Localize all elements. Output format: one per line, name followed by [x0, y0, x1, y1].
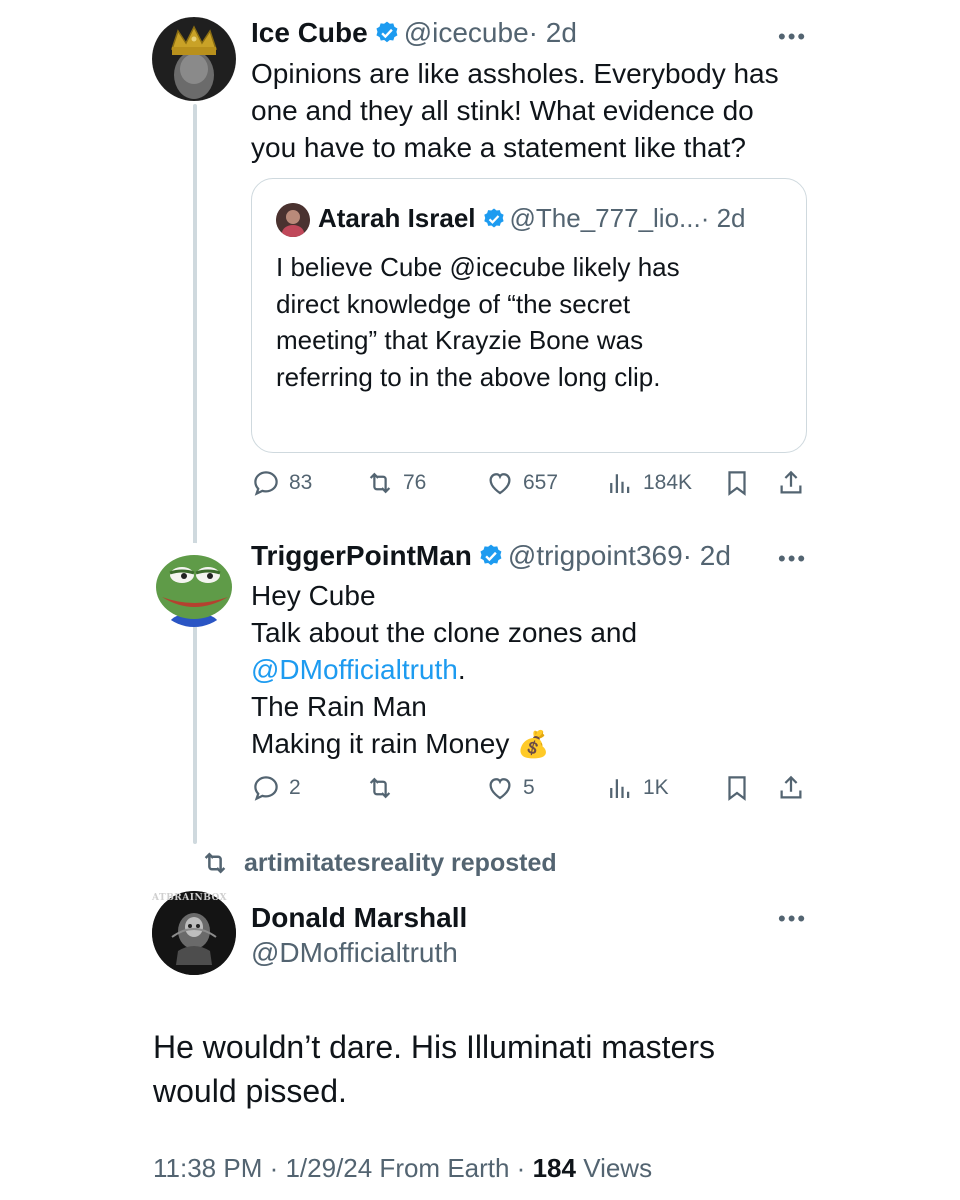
- tweet2-time: · 2d: [682, 540, 731, 571]
- money-bag-emoji: 💰: [517, 729, 550, 759]
- tweet3-text: He wouldn’t dare. His Illuminati masters…: [153, 1025, 715, 1113]
- tweet1-author-name[interactable]: Ice Cube: [251, 17, 368, 48]
- quoted-tweet-card[interactable]: Atarah Israel @The_777_lio...· 2d I belie…: [251, 178, 807, 453]
- frog-avatar-icon: [152, 543, 236, 627]
- share-icon: [780, 775, 802, 799]
- tweet2-text: Hey Cube Talk about the clone zones and …: [251, 577, 637, 763]
- tweet3-more-icon[interactable]: •••: [778, 906, 807, 932]
- mention-link[interactable]: @DMofficialtruth: [251, 654, 458, 685]
- tweet3-text-line: would pissed.: [153, 1073, 347, 1109]
- person-portrait-icon: [276, 203, 310, 237]
- bookmark-icon: [728, 471, 746, 496]
- reply-button[interactable]: 83: [251, 468, 312, 498]
- analytics-icon: [610, 779, 630, 798]
- quote-handle[interactable]: @The_777_lio...: [510, 203, 701, 233]
- heart-icon: [489, 778, 511, 800]
- repost-count: 76: [403, 471, 427, 494]
- tweet2-handle[interactable]: @trigpoint369: [508, 540, 683, 571]
- reply-button[interactable]: 2: [251, 773, 301, 803]
- skeleton-portrait-icon: [152, 891, 236, 975]
- tweet1-header: Ice Cube @icecube· 2d: [251, 17, 577, 49]
- tweet3-footer: 11:38 PM · 1/29/24 From Earth · 184 View…: [153, 1153, 652, 1184]
- verified-badge-icon: [376, 21, 398, 43]
- quote-author-avatar: [276, 203, 310, 237]
- like-count: 5: [523, 776, 535, 799]
- donald-marshall-avatar[interactable]: [152, 891, 236, 975]
- tweet3-views-count: 184: [532, 1153, 576, 1183]
- bookmark-button[interactable]: [722, 468, 752, 498]
- crown-portrait-icon: [152, 17, 236, 101]
- reply-icon: [254, 776, 278, 801]
- tweet1-handle[interactable]: @icecube: [404, 17, 529, 48]
- quote-text-line: meeting” that Krayzie Bone was: [276, 325, 644, 355]
- views-count: 184K: [643, 471, 693, 494]
- repost-icon: [369, 472, 391, 494]
- trigpoint-avatar[interactable]: [152, 543, 236, 627]
- mention-suffix: .: [457, 654, 466, 685]
- heart-icon: [489, 473, 511, 495]
- tweet2-text-line: Making it rain Money: [251, 728, 510, 759]
- tweet3-handle[interactable]: @DMofficialtruth: [251, 937, 458, 968]
- views-button[interactable]: 1K: [605, 773, 669, 803]
- quote-text-line: I believe Cube @icecube likely has: [276, 252, 680, 282]
- share-button[interactable]: [776, 468, 806, 498]
- bookmark-button[interactable]: [722, 773, 752, 803]
- verified-badge-icon: [480, 544, 502, 566]
- share-icon: [780, 470, 802, 494]
- tweet1-text: Opinions are like assholes. Everybody ha…: [251, 55, 779, 166]
- quote-header: Atarah Israel @The_777_lio...· 2d: [318, 203, 746, 234]
- tweet2-text-line: Hey Cube: [251, 580, 376, 611]
- verified-badge-icon: [483, 208, 504, 228]
- like-button[interactable]: 5: [485, 773, 535, 803]
- views-count: 1K: [643, 776, 669, 799]
- reply-icon: [254, 471, 278, 496]
- tweet3-text-line: He wouldn’t dare. His Illuminati masters: [153, 1029, 715, 1065]
- quote-text-line: referring to in the above long clip.: [276, 361, 661, 392]
- tweet3-views-label: Views: [575, 1153, 653, 1183]
- tweet3-author-name[interactable]: Donald Marshall: [251, 902, 467, 933]
- tweet2-author-name[interactable]: TriggerPointMan: [251, 540, 472, 571]
- quote-text-line: direct knowledge of “the secret: [276, 288, 631, 319]
- repost-button[interactable]: 76: [365, 468, 426, 498]
- quote-author-name[interactable]: Atarah Israel: [318, 203, 476, 233]
- tweet1-text-line: Opinions are like assholes. Everybody ha…: [251, 58, 779, 89]
- repost-icon: [204, 852, 226, 874]
- tweet1-text-line: one and they all stink! What evidence do: [251, 95, 754, 126]
- repost-context[interactable]: artimitatesreality reposted: [200, 848, 557, 878]
- like-button[interactable]: 657: [485, 468, 558, 498]
- tweet2-header: TriggerPointMan @trigpoint369· 2d: [251, 540, 731, 572]
- reply-count: 2: [289, 776, 301, 799]
- tweet2-text-line: @DMofficialtruth.: [251, 651, 637, 688]
- tweet2-text-line: Talk about the clone zones and: [251, 617, 638, 648]
- views-button[interactable]: 184K: [605, 468, 692, 498]
- tweet3-author-name-row: Donald Marshall: [251, 902, 467, 934]
- quote-text: I believe Cube @icecube likely has direc…: [276, 249, 680, 395]
- avatar-overlay-text: ATBRAINBOX: [152, 893, 228, 903]
- tweet3-handle-row: @DMofficialtruth: [251, 937, 458, 969]
- quote-time: · 2d: [700, 203, 746, 233]
- bookmark-icon: [728, 776, 746, 801]
- repost-context-label: artimitatesreality reposted: [244, 848, 557, 877]
- tweet2-text-line: Making it rain Money 💰: [251, 725, 637, 763]
- tweet1-more-icon[interactable]: •••: [778, 24, 807, 50]
- tweet2-text-line: The Rain Man: [251, 691, 427, 722]
- tweet2-more-icon[interactable]: •••: [778, 546, 807, 572]
- tweet3-timestamp[interactable]: 11:38 PM · 1/29/24 From Earth ·: [153, 1153, 533, 1183]
- icecube-avatar[interactable]: [152, 17, 236, 101]
- tweet1-text-line: you have to make a statement like that?: [251, 132, 746, 163]
- tweet1-time: · 2d: [528, 17, 577, 48]
- thread-connector: [193, 104, 197, 844]
- reply-count: 83: [289, 471, 313, 494]
- repost-icon: [369, 777, 391, 799]
- repost-button[interactable]: [365, 773, 395, 803]
- share-button[interactable]: [776, 773, 806, 803]
- like-count: 657: [523, 471, 559, 494]
- analytics-icon: [610, 474, 630, 493]
